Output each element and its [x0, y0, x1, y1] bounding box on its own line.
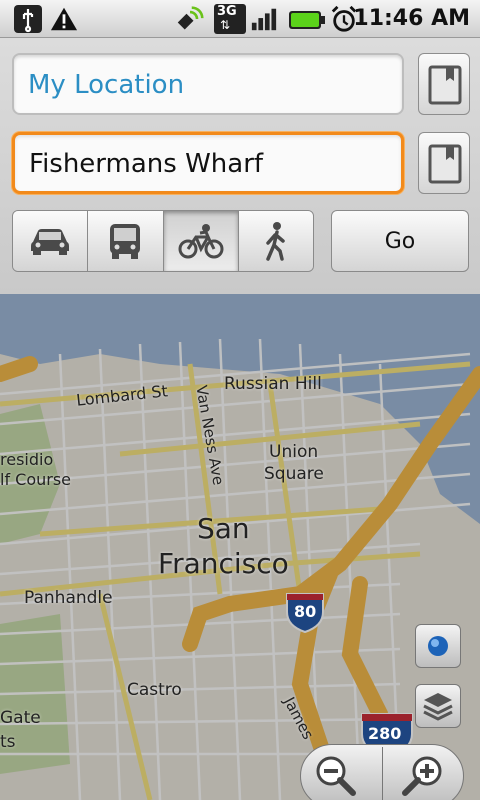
- walking-icon: [266, 222, 285, 261]
- zoom-in-icon: [402, 756, 442, 796]
- label-castro: Castro: [127, 680, 182, 700]
- bookmark-icon: [428, 65, 462, 105]
- zoom-divider: [382, 747, 383, 800]
- label-i80: 80: [294, 602, 317, 621]
- end-input[interactable]: [27, 135, 391, 193]
- start-bookmark-button[interactable]: [418, 53, 470, 115]
- layers-button[interactable]: [415, 684, 461, 728]
- zoom-controls: [300, 744, 464, 800]
- bicycle-icon: [178, 224, 224, 259]
- status-bar: 3G ⇅ 11:46 AM: [0, 0, 480, 38]
- map-view[interactable]: Lombard St Van Ness Ave Russian Hill Uni…: [0, 294, 480, 800]
- label-i280: 280: [368, 724, 402, 743]
- layers-icon: [423, 693, 453, 721]
- signal-icon: [251, 8, 277, 31]
- usb-icon: [14, 5, 42, 33]
- directions-panel: Go: [0, 38, 480, 294]
- location-dot-icon: [428, 636, 448, 656]
- zoom-out-button[interactable]: [313, 753, 357, 797]
- label-presidio-2: lf Course: [0, 470, 72, 489]
- end-field[interactable]: [12, 132, 404, 194]
- label-union-square-2: Square: [264, 464, 324, 484]
- bookmark-icon: [428, 144, 462, 184]
- battery-icon: [289, 11, 325, 29]
- label-panhandle: Panhandle: [24, 588, 113, 608]
- zoom-in-button[interactable]: [401, 753, 445, 797]
- end-bookmark-button[interactable]: [418, 132, 470, 194]
- label-russian-hill: Russian Hill: [224, 374, 322, 394]
- label-union-square-1: Union: [269, 442, 319, 462]
- bus-icon: [110, 224, 141, 259]
- start-field[interactable]: [12, 53, 404, 115]
- label-presidio-1: residio: [0, 450, 54, 469]
- network-3g-icon: 3G ⇅: [214, 4, 246, 34]
- travel-mode-selector: [12, 210, 314, 272]
- go-button[interactable]: Go: [331, 210, 469, 272]
- mode-transit-button[interactable]: [88, 211, 164, 271]
- my-location-button[interactable]: [415, 624, 461, 668]
- network-type-label: 3G: [217, 4, 237, 19]
- mode-bicycle-button[interactable]: [163, 211, 239, 271]
- car-icon: [31, 229, 70, 255]
- label-san-francisco-2: Francisco: [158, 547, 289, 580]
- mode-car-button[interactable]: [13, 211, 89, 271]
- gps-icon: [177, 6, 204, 30]
- start-input[interactable]: [26, 55, 390, 115]
- warning-icon: [50, 7, 78, 31]
- status-time: 11:46 AM: [353, 6, 470, 31]
- zoom-out-icon: [316, 756, 356, 796]
- label-gate-2: ts: [0, 732, 16, 752]
- label-san-francisco-1: San: [197, 512, 250, 545]
- mode-walking-button[interactable]: [238, 211, 313, 271]
- label-gate-1: Gate: [0, 708, 41, 728]
